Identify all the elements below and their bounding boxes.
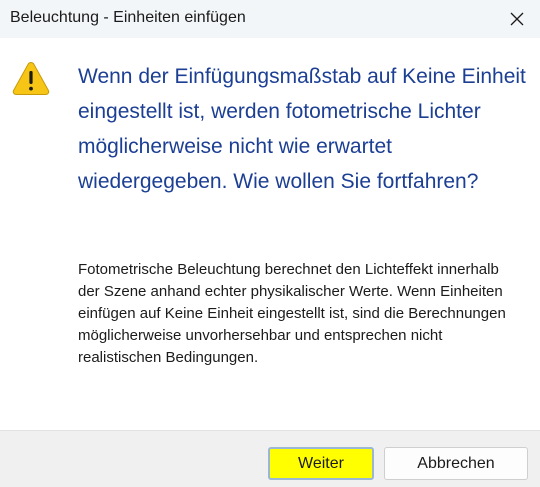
description-text: Fotometrische Beleuchtung berechnet den … <box>78 261 506 366</box>
cancel-button[interactable]: Abbrechen <box>384 447 528 480</box>
warning-icon <box>12 61 50 95</box>
continue-button[interactable]: Weiter <box>268 447 374 480</box>
dialog-window: Beleuchtung - Einheiten einfügen Wenn de… <box>0 0 540 487</box>
window-title: Beleuchtung - Einheiten einfügen <box>10 9 246 26</box>
close-button[interactable] <box>494 0 540 38</box>
title-bar: Beleuchtung - Einheiten einfügen <box>0 0 540 38</box>
main-instruction: Wenn der Einfügungsmaßstab auf Keine Ein… <box>78 65 526 193</box>
close-icon <box>510 12 524 26</box>
button-footer: Weiter Abbrechen <box>0 430 540 487</box>
